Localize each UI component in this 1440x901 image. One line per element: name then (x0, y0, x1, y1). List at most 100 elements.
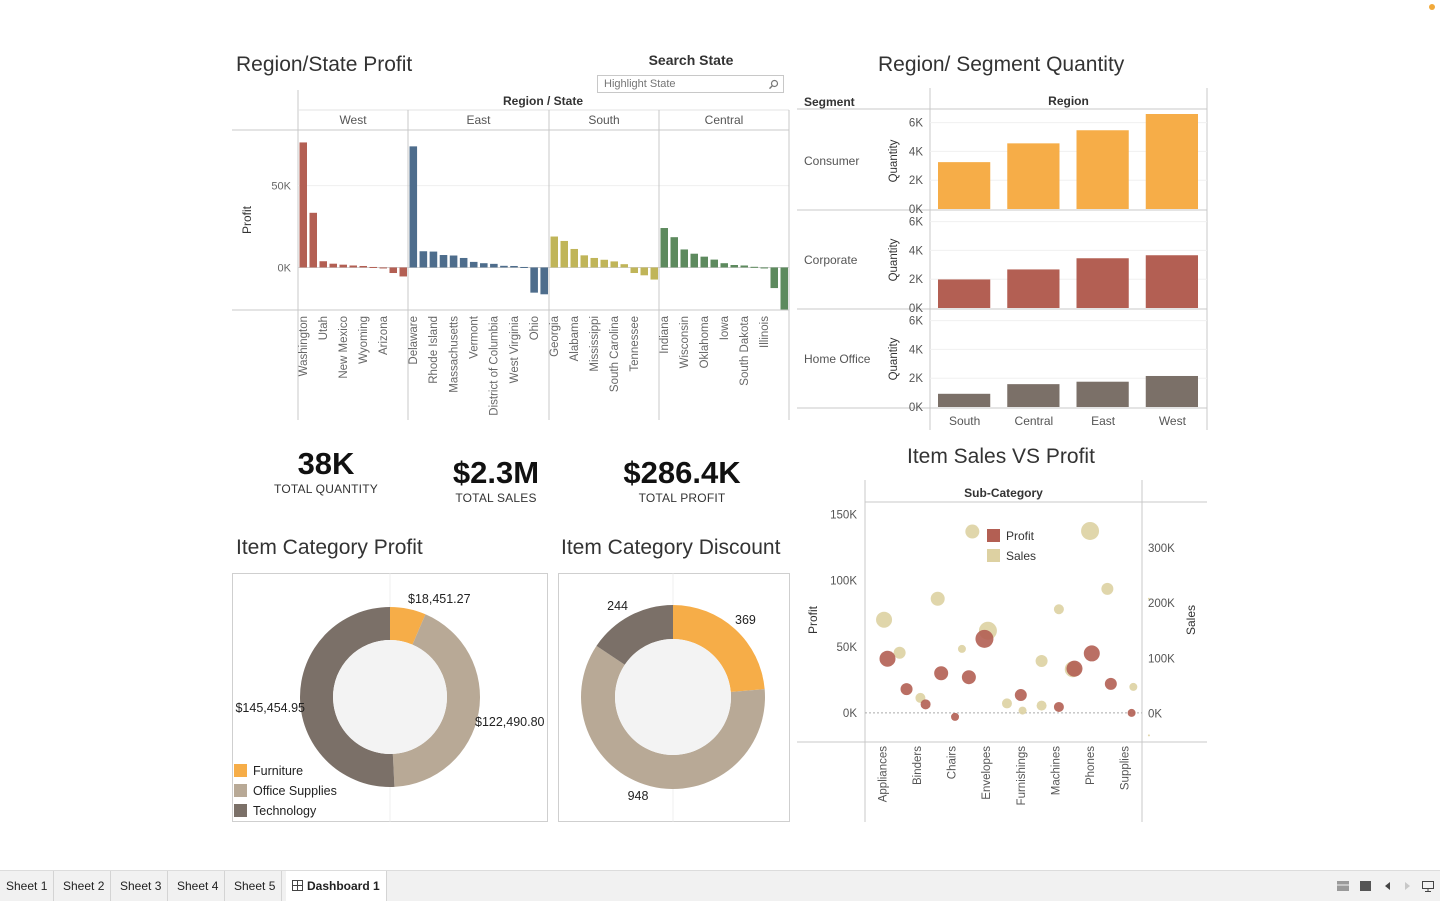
profit-point (920, 699, 931, 710)
kpi-value: $2.3M (452, 455, 540, 490)
bar-west (319, 261, 327, 268)
search-state-input[interactable] (604, 77, 764, 91)
profit-point (975, 629, 994, 648)
state-label: Delaware (408, 316, 420, 365)
tile-view-icon[interactable] (1337, 881, 1349, 891)
segment-label-corporate: Corporate (804, 253, 858, 267)
presentation-mode-icon[interactable] (1422, 881, 1434, 892)
sales-point (1036, 700, 1047, 711)
bar-central (680, 249, 688, 268)
single-view-icon[interactable] (1360, 881, 1371, 891)
region-tick-label: East (1091, 414, 1116, 428)
bar-central (740, 265, 748, 268)
tab-sheet-3[interactable]: Sheet 3 (114, 871, 169, 901)
state-label: South Carolina (609, 315, 621, 392)
tab-sheet-2[interactable]: Sheet 2 (57, 871, 112, 901)
bar-consumer (1007, 143, 1060, 209)
bar-east (449, 255, 458, 268)
profit-point (951, 712, 960, 721)
state-label: Rhode Island (428, 316, 440, 384)
bar-east (520, 266, 528, 268)
region-state-header: Region / State (503, 94, 583, 108)
state-label: Georgia (549, 315, 561, 357)
bar-east (530, 267, 538, 293)
slice-label: $18,451.27 (408, 592, 471, 606)
kpi-value: $286.4K (623, 455, 741, 490)
bar-south (640, 267, 648, 276)
y-tick-label: 2K (909, 175, 923, 187)
sales-point (965, 524, 980, 539)
bar-east (480, 263, 488, 268)
legend-swatch-furniture (234, 764, 247, 777)
y-tick-label: 50K (271, 181, 291, 193)
sales-point (1147, 597, 1150, 600)
bar-east (439, 255, 448, 268)
next-sheet-icon[interactable] (1404, 881, 1411, 891)
bar-south (550, 236, 558, 268)
state-label: Wisconsin (679, 316, 691, 368)
bar-consumer (1145, 114, 1198, 209)
state-label: Wyoming (358, 316, 370, 364)
sales-point (1035, 655, 1048, 668)
bar-central (730, 265, 738, 268)
sub-category-header: Sub-Category (964, 486, 1043, 500)
sub-category-label: Furnishings (1016, 746, 1028, 806)
region-header-east: East (466, 113, 491, 127)
bar-west (379, 267, 387, 269)
state-label: South Dakota (739, 315, 751, 385)
bar-south (570, 248, 578, 268)
bar-central (750, 266, 758, 268)
sales-tick-label: 0K (1148, 708, 1162, 720)
sheet-tab-bar: Sheet 1 Sheet 2 Sheet 3 Sheet 4 Sheet 5 … (0, 870, 1440, 901)
profit-point (1014, 689, 1027, 702)
state-label: Mississippi (589, 316, 601, 372)
bar-consumer (1076, 130, 1129, 209)
bar-central (780, 267, 788, 310)
state-label: Washington (298, 316, 310, 376)
segment-quantity-chart: Segment Region Consumer Quantity 0K 2K 4K 6K Cor… (797, 88, 1208, 430)
y-tick-label: 4K (909, 344, 923, 356)
bar-south (580, 255, 588, 268)
bar-home-office (1145, 375, 1198, 407)
tab-sheet-4[interactable]: Sheet 4 (171, 871, 226, 901)
slice-label: 244 (607, 599, 628, 613)
bar-west (389, 267, 397, 274)
bar-east (540, 267, 548, 295)
y-tick-label: 4K (909, 245, 923, 257)
profit-point (934, 666, 949, 681)
bar-west (299, 142, 307, 268)
bar-east (429, 251, 438, 268)
state-label: Utah (318, 316, 330, 340)
bar-south (620, 264, 628, 268)
profit-point (1066, 660, 1083, 677)
sales-point (1018, 706, 1027, 715)
sales-vs-profit-chart: Sub-Category 0K 50K 100K 150K 0K 100K 200K 300K P… (797, 480, 1207, 822)
category-discount-title: Item Category Discount (561, 536, 781, 559)
sales-tick-label: 200K (1148, 598, 1175, 610)
bar-central (700, 256, 708, 268)
sales-point (1129, 682, 1138, 691)
sales-tick-label: 300K (1148, 543, 1175, 555)
sub-category-label: Phones (1085, 746, 1097, 785)
search-icon[interactable] (768, 79, 779, 90)
sales-vs-profit-title: Item Sales VS Profit (907, 445, 1095, 468)
quantity-axis-label: Quantity (888, 139, 900, 182)
prev-sheet-icon[interactable] (1384, 881, 1391, 891)
bar-south (560, 240, 568, 268)
region-tick-label: West (1159, 414, 1187, 428)
sub-category-label: Envelopes (981, 746, 993, 800)
region-state-profit-chart: Region / State Profit 0K 50K West Washington U… (232, 90, 790, 420)
kpi-total-sales: $2.3M TOTAL SALES (426, 456, 566, 506)
state-label: Massachusetts (448, 316, 460, 393)
sales-axis-label: Sales (1184, 605, 1198, 635)
tab-sheet-1[interactable]: Sheet 1 (0, 871, 55, 901)
state-label: Ohio (529, 316, 541, 340)
profit-point (879, 650, 896, 667)
tab-dashboard-1[interactable]: Dashboard 1 (286, 871, 387, 901)
bar-west (369, 266, 377, 268)
bar-corporate (1076, 258, 1129, 308)
tab-sheet-5[interactable]: Sheet 5 (228, 871, 283, 901)
kpi-label: TOTAL PROFIT (638, 491, 726, 505)
kpi-total-quantity: 38K TOTAL QUANTITY (256, 447, 396, 497)
legend-label-sales: Sales (1006, 549, 1036, 563)
